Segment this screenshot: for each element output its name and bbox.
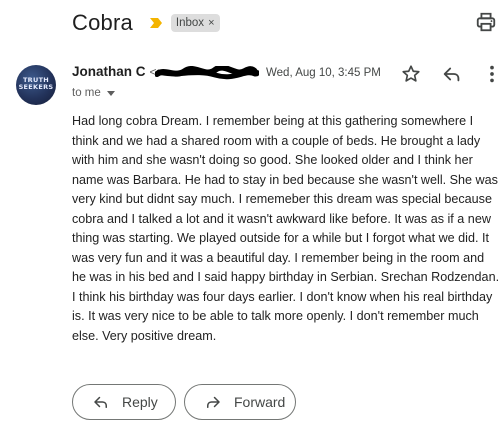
avatar-text: TRUTH SEEKERS: [18, 76, 54, 91]
forward-button-label: Forward: [234, 394, 286, 410]
recipient-text: to me: [72, 87, 101, 99]
label-chip-inbox: Inbox ×: [170, 14, 220, 32]
importance-marker-icon[interactable]: [149, 16, 163, 30]
reply-icon: [94, 396, 107, 408]
forward-icon: [207, 396, 220, 408]
redaction-scribble: [155, 66, 259, 80]
remove-label-button[interactable]: ×: [208, 16, 214, 30]
recipient-details-toggle[interactable]: to me: [72, 87, 115, 99]
label-chip-text: Inbox: [175, 17, 205, 29]
sender-name[interactable]: Jonathan C: [72, 64, 146, 79]
chevron-down-icon: [106, 90, 115, 96]
email-subject: Cobra: [72, 10, 133, 35]
reply-button[interactable]: Reply: [72, 384, 176, 420]
avatar[interactable]: TRUTH SEEKERS: [16, 65, 56, 105]
subject-row: Cobra Inbox ×: [72, 6, 503, 40]
reply-button-label: Reply: [122, 394, 158, 410]
reply-icon[interactable]: [441, 63, 463, 85]
sender-row: Jonathan C <: [72, 64, 157, 79]
print-icon[interactable]: [475, 11, 497, 33]
forward-button[interactable]: Forward: [184, 384, 296, 420]
more-vert-icon[interactable]: [481, 63, 503, 85]
email-body: Had long cobra Dream. I remember being a…: [72, 114, 500, 343]
email-date: Wed, Aug 10, 3:45 PM: [266, 67, 381, 79]
star-icon[interactable]: [400, 63, 422, 85]
